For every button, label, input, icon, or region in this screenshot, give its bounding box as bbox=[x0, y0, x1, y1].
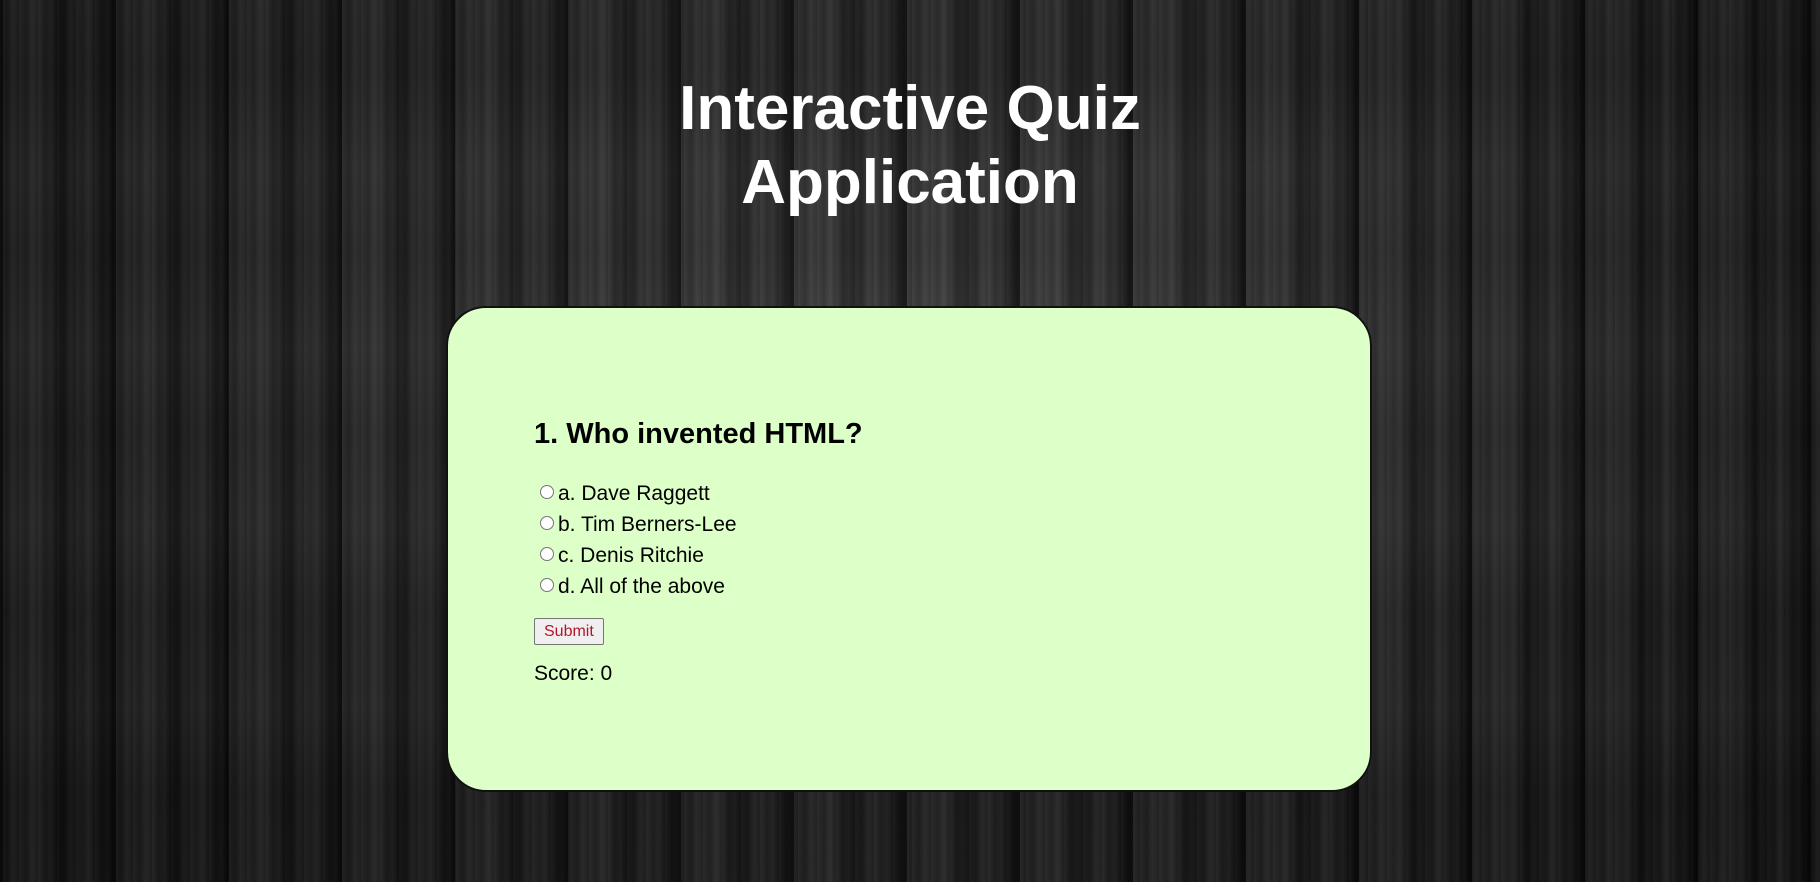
option-a[interactable]: a. Dave Raggett bbox=[540, 478, 737, 509]
option-d-radio[interactable] bbox=[540, 577, 554, 592]
page-title: Interactive Quiz Application bbox=[0, 72, 1820, 220]
option-c[interactable]: c. Denis Ritchie bbox=[540, 540, 737, 571]
page-title-line-1: Interactive Quiz bbox=[679, 74, 1141, 143]
answer-options: a. Dave Raggett b. Tim Berners-Lee c. De… bbox=[540, 478, 737, 602]
option-b[interactable]: b. Tim Berners-Lee bbox=[540, 509, 737, 540]
option-c-radio[interactable] bbox=[540, 546, 554, 561]
option-b-radio[interactable] bbox=[540, 515, 554, 530]
option-d-label: d. All of the above bbox=[558, 574, 725, 598]
option-b-label: b. Tim Berners-Lee bbox=[558, 512, 737, 536]
page-title-line-2: Application bbox=[741, 148, 1079, 217]
option-a-radio[interactable] bbox=[540, 484, 554, 499]
score-display: Score: 0 bbox=[534, 662, 613, 685]
option-a-label: a. Dave Raggett bbox=[558, 481, 710, 505]
option-c-label: c. Denis Ritchie bbox=[558, 543, 704, 567]
question-text: 1. Who invented HTML? bbox=[534, 418, 863, 450]
quiz-card: 1. Who invented HTML? a. Dave Raggett b.… bbox=[446, 306, 1372, 792]
submit-button[interactable]: Submit bbox=[534, 618, 604, 645]
option-d[interactable]: d. All of the above bbox=[540, 571, 737, 602]
